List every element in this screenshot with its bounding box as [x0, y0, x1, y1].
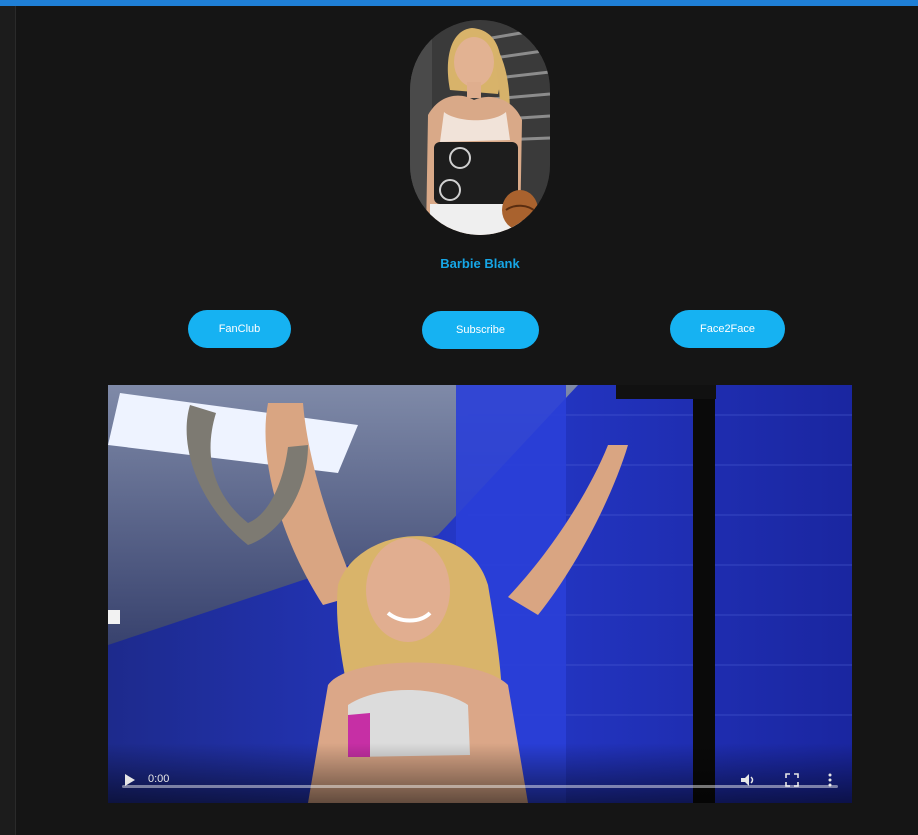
subscribe-button[interactable]: Subscribe [422, 311, 539, 349]
avatar-photo-icon [410, 20, 550, 235]
face2face-button[interactable]: Face2Face [670, 310, 785, 348]
video-controls: 0:00 [108, 743, 852, 803]
profile-name[interactable]: Barbie Blank [330, 256, 630, 271]
profile-avatar[interactable] [410, 20, 550, 235]
left-rail [0, 6, 16, 835]
video-current-time: 0:00 [148, 773, 170, 785]
fanclub-button[interactable]: FanClub [188, 310, 291, 348]
video-player[interactable]: 0:00 [108, 385, 852, 803]
video-frame-icon [108, 385, 852, 803]
video-progress-bar[interactable] [122, 785, 838, 788]
